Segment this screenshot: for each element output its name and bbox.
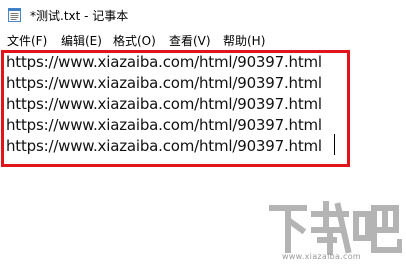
window-title: *测试.txt - 记事本 [30, 9, 129, 23]
notepad-window: *测试.txt - 记事本 文件(F) 编辑(E) 格式(O) 查看(V) 帮助… [0, 0, 406, 265]
highlight-annotation-box [1, 50, 350, 167]
menu-format[interactable]: 格式(O) [113, 32, 156, 49]
title-bar: *测试.txt - 记事本 [0, 0, 406, 30]
menu-view[interactable]: 查看(V) [169, 32, 211, 49]
xiazaiba-watermark-logo [269, 201, 402, 255]
watermark-url: www.xiazaiba.com [282, 252, 362, 261]
menu-bar: 文件(F) 编辑(E) 格式(O) 查看(V) 帮助(H) [0, 30, 406, 50]
menu-edit[interactable]: 编辑(E) [61, 32, 102, 49]
menu-help[interactable]: 帮助(H) [223, 32, 265, 49]
menu-file[interactable]: 文件(F) [7, 32, 47, 49]
notepad-icon [8, 8, 21, 22]
